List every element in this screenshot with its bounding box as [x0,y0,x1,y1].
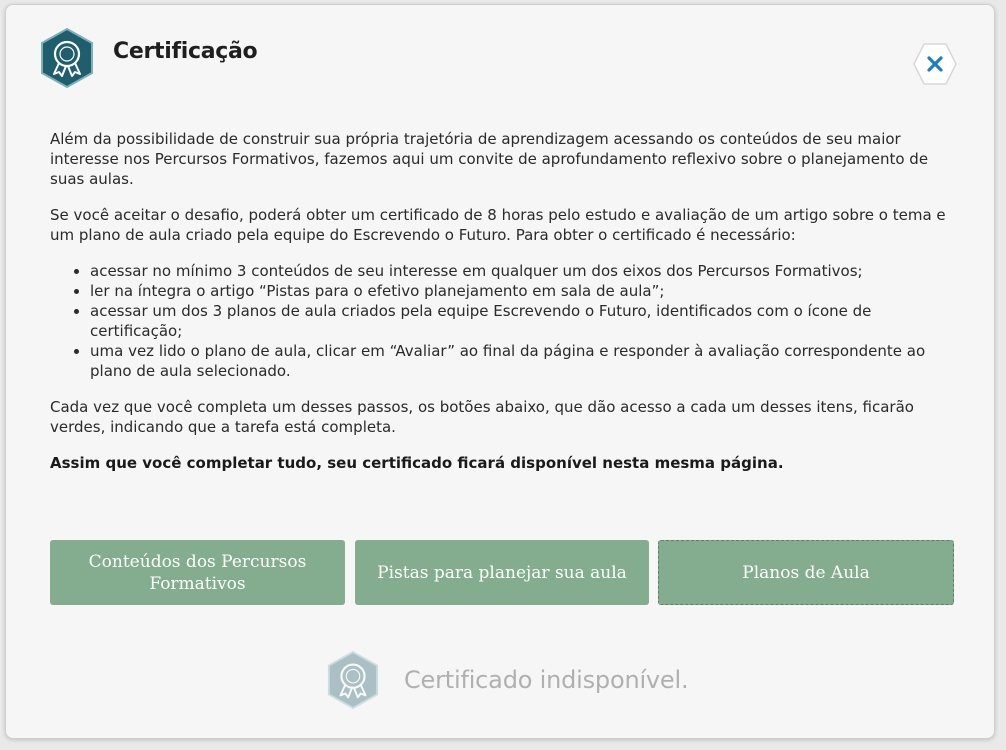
list-item: ler na íntegra o artigo “Pistas para o e… [90,281,965,301]
modal-title: Certificação [113,39,258,64]
percursos-content-button[interactable]: Conteúdos dos Percursos Formativos [50,540,345,605]
certificate-badge-icon [327,650,379,710]
steps-list: acessar no mínimo 3 conteúdos de seu int… [50,261,965,381]
close-button[interactable] [912,41,958,87]
certificate-status-text: Certificado indisponível. [404,666,689,694]
lesson-plans-button[interactable]: Planos de Aula [658,540,954,605]
progress-paragraph: Cada vez que você completa um desses pas… [50,398,914,436]
challenge-paragraph: Se você aceitar o desafio, poderá obter … [50,206,946,244]
list-item: acessar um dos 3 planos de aula criados … [90,301,965,341]
list-item: acessar no mínimo 3 conteúdos de seu int… [90,261,965,281]
modal-content: Além da possibilidade de construir sua p… [50,129,965,489]
list-item: uma vez lido o plano de aula, clicar em … [90,341,965,381]
pistas-article-button[interactable]: Pistas para planejar sua aula [355,540,649,605]
certificate-status: Certificado indisponível. [326,649,689,711]
certificate-badge-icon [41,27,93,89]
certification-modal: Certificação Além da possibilidade de co… [5,4,995,739]
intro-paragraph: Além da possibilidade de construir sua p… [50,130,929,188]
completion-note: Assim que você completar tudo, seu certi… [50,454,784,472]
